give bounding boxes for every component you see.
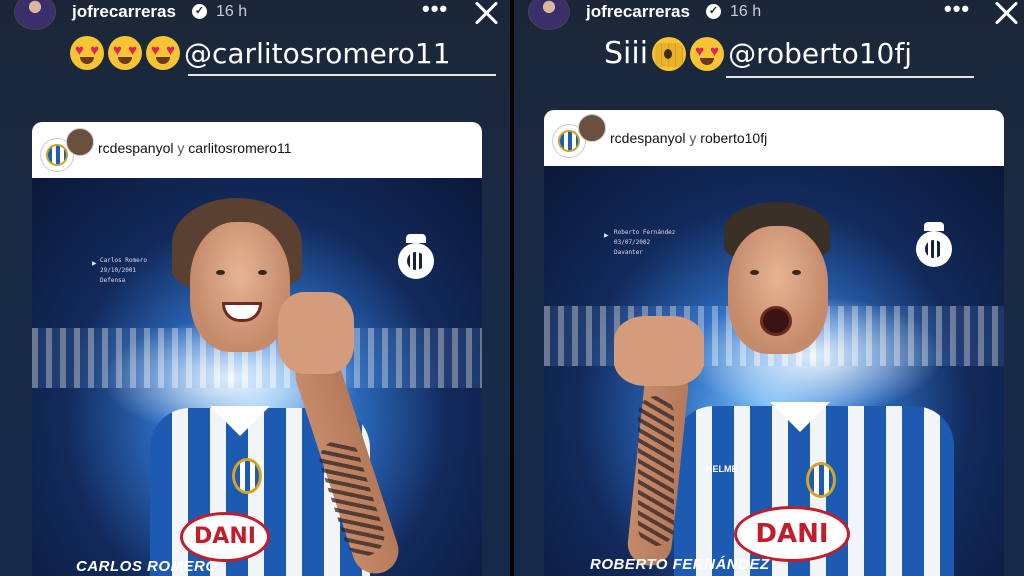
mention-underline: [726, 76, 974, 78]
shared-post-card[interactable]: rcdespanyol y carlitosromero11 ▶ Carlos …: [32, 122, 482, 576]
club-crest-icon: [398, 234, 434, 280]
player-info: Roberto Fernández 03/07/2002 Davanter: [614, 229, 676, 256]
user-avatar[interactable]: [14, 0, 56, 30]
sponsor-logo: DANI: [734, 506, 850, 562]
caption-text: Siii: [604, 36, 649, 71]
collaborator-avatar[interactable]: [578, 114, 606, 142]
heart-eyes-emoji: [70, 36, 104, 70]
user-avatar[interactable]: [528, 0, 570, 30]
shared-post-header: rcdespanyol y carlitosromero11: [32, 122, 482, 178]
player-poster-image: ▶ Roberto Fernández 03/07/2002 Davanter: [544, 166, 1004, 576]
story-caption: @carlitosromero11: [70, 36, 451, 70]
player-poster-image: ▶ Carlos Romero 29/10/2001 Defensa DANI …: [32, 178, 482, 576]
post-account[interactable]: rcdespanyol: [98, 140, 174, 156]
mention-link[interactable]: @roberto10fj: [728, 37, 912, 70]
story-left[interactable]: jofrecarreras ✓ 16 h ••• @carlitosromero…: [0, 0, 510, 576]
verified-badge-icon: ✓: [192, 4, 207, 19]
post-collaborator[interactable]: carlitosromero11: [188, 140, 291, 156]
post-collaborator[interactable]: roberto10fj: [700, 130, 767, 146]
more-options-button[interactable]: •••: [422, 0, 448, 22]
face-with-peeking-eye-emoji: [652, 36, 687, 71]
verified-badge-icon: ✓: [706, 4, 721, 19]
player-name: CARLOS ROMERO: [76, 558, 218, 575]
username[interactable]: jofrecarreras: [586, 2, 690, 22]
player-info: Carlos Romero 29/10/2001 Defensa: [100, 257, 147, 284]
heart-eyes-emoji: [108, 36, 142, 70]
story-caption: Siii @roberto10fj: [604, 36, 912, 71]
story-timestamp: 16 h: [216, 3, 248, 20]
club-badge-icon: [806, 462, 836, 498]
club-crest-icon: [916, 222, 952, 268]
mention-link[interactable]: @carlitosromero11: [184, 37, 451, 70]
player-name: ROBERTO FERNÁNDEZ: [590, 556, 770, 573]
story-header: jofrecarreras ✓ 16 h •••: [0, 0, 510, 30]
post-conjunction: y: [689, 130, 697, 146]
post-authors[interactable]: rcdespanyol y roberto10fj: [610, 130, 767, 146]
kit-brand-logo: KELME: [706, 464, 738, 474]
heart-eyes-emoji: [146, 36, 180, 70]
more-options-button[interactable]: •••: [944, 0, 970, 22]
shared-post-card[interactable]: rcdespanyol y roberto10fj ▶ Roberto Fern…: [544, 110, 1004, 576]
sponsor-logo: DANI: [180, 512, 270, 562]
post-account[interactable]: rcdespanyol: [610, 130, 686, 146]
post-conjunction: y: [177, 140, 185, 156]
story-header: jofrecarreras ✓ 16 h •••: [514, 0, 1024, 30]
heart-eyes-emoji: [690, 36, 725, 71]
club-badge-icon: [232, 458, 262, 494]
story-right[interactable]: jofrecarreras ✓ 16 h ••• Siii @roberto10…: [514, 0, 1024, 576]
shared-post-header: rcdespanyol y roberto10fj: [544, 110, 1004, 166]
username[interactable]: jofrecarreras: [72, 2, 176, 22]
close-icon[interactable]: [992, 0, 1020, 26]
story-timestamp: 16 h: [730, 3, 762, 20]
post-authors[interactable]: rcdespanyol y carlitosromero11: [98, 140, 292, 156]
collaborator-avatar[interactable]: [66, 128, 94, 156]
close-icon[interactable]: [472, 0, 500, 26]
mention-underline: [188, 74, 496, 76]
